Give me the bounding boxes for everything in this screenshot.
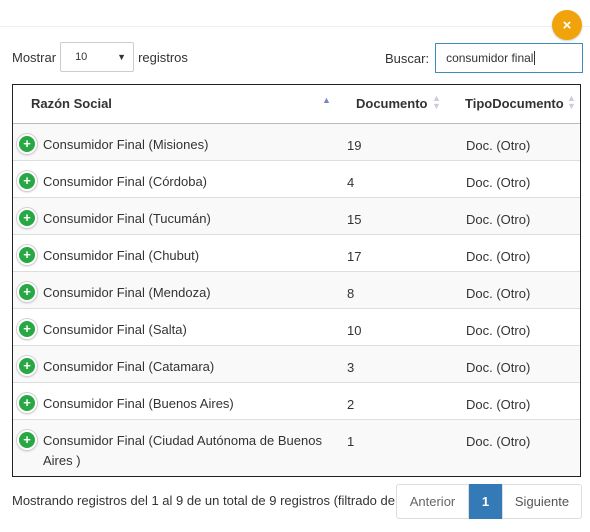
documento-cell: 10 (347, 322, 362, 338)
razon-social-cell: Consumidor Final (Catamara) (43, 358, 215, 374)
expand-row-icon[interactable]: + (17, 207, 37, 228)
length-label-after: registros (138, 49, 188, 65)
table-row[interactable]: + Consumidor Final (Tucumán) 15 Doc. (Otr… (13, 196, 580, 234)
column-header-documento[interactable]: Documento ▲ ▼ (343, 85, 454, 124)
razon-social-cell: Consumidor Final (Chubut) (43, 247, 200, 263)
table-row[interactable]: + Consumidor Final (Salta) 10 Doc. (Otro) (13, 307, 580, 345)
documento-cell: 2 (347, 396, 355, 412)
previous-page-button[interactable]: Anterior (396, 484, 469, 519)
expand-row-icon[interactable]: + (17, 429, 37, 450)
column-header-razon-social[interactable]: Razón Social ▲ (13, 85, 343, 124)
documento-cell: 1 (347, 433, 355, 449)
text-cursor (534, 51, 536, 65)
page-length-value: 10 (75, 51, 88, 63)
razon-social-cell: Consumidor Final (Misiones) (43, 136, 209, 152)
razon-social-cell: Consumidor Final (Buenos Aires) (43, 395, 234, 411)
header-divider (0, 26, 590, 27)
length-label-before: Mostrar (12, 49, 57, 65)
razon-social-cell: Consumidor Final (Mendoza) (43, 284, 211, 300)
tipo-documento-cell: Doc. (Otro) (466, 285, 531, 301)
expand-row-icon[interactable]: + (17, 133, 37, 154)
table-header-row: Razón Social ▲ Documento ▲ ▼ TipoDocument… (13, 85, 580, 124)
tipo-documento-cell: Doc. (Otro) (466, 396, 531, 412)
documento-cell: 8 (347, 285, 355, 301)
next-page-button[interactable]: Siguiente (502, 484, 582, 519)
expand-row-icon[interactable]: + (17, 392, 37, 413)
tipo-documento-cell: Doc. (Otro) (466, 248, 531, 264)
expand-row-icon[interactable]: + (17, 244, 37, 265)
table-row[interactable]: + Consumidor Final (Ciudad Autónoma de Bu… (13, 418, 580, 476)
page-length-select[interactable]: 10 ▼ (60, 42, 135, 72)
table-row[interactable]: + Consumidor Final (Buenos Aires) 2 Doc. … (13, 381, 580, 419)
chevron-down-icon: ▼ (117, 52, 127, 62)
pagination: Anterior 1 Siguiente (396, 484, 582, 519)
expand-row-icon[interactable]: + (17, 355, 37, 376)
table-row[interactable]: + Consumidor Final (Córdoba) 4 Doc. (Otro… (13, 159, 580, 197)
search-input[interactable]: consumidor final (435, 43, 584, 73)
table-row[interactable]: + Consumidor Final (Misiones) 19 Doc. (Ot… (13, 122, 580, 160)
tipo-documento-cell: Doc. (Otro) (466, 211, 531, 227)
length-control: Mostrar 10 ▼ registros (12, 42, 188, 72)
table-info: Mostrando registros del 1 al 9 de un tot… (12, 493, 396, 508)
sort-both-icon: ▲ ▼ (432, 93, 441, 111)
column-header-label: Razón Social (31, 96, 112, 111)
page-1-button[interactable]: 1 (469, 484, 502, 519)
documento-cell: 15 (347, 211, 362, 227)
tipo-documento-cell: Doc. (Otro) (466, 359, 531, 375)
column-header-label: Documento (356, 96, 428, 111)
tipo-documento-cell: Doc. (Otro) (466, 322, 531, 338)
razon-social-cell: Consumidor Final (Ciudad Autónoma de Bue… (43, 432, 322, 468)
column-header-label: TipoDocumento (465, 96, 564, 111)
table-row[interactable]: + Consumidor Final (Catamara) 3 Doc. (Otr… (13, 344, 580, 382)
tipo-documento-cell: Doc. (Otro) (466, 433, 531, 449)
expand-row-icon[interactable]: + (17, 318, 37, 339)
close-icon[interactable]: × (552, 10, 582, 40)
search-control: Buscar: consumidor final (385, 42, 584, 74)
search-input-value: consumidor final (446, 51, 534, 65)
table-row[interactable]: + Consumidor Final (Chubut) 17 Doc. (Otro… (13, 233, 580, 271)
expand-row-icon[interactable]: + (17, 170, 37, 191)
tipo-documento-cell: Doc. (Otro) (466, 137, 531, 153)
documento-cell: 3 (347, 359, 355, 375)
tipo-documento-cell: Doc. (Otro) (466, 174, 531, 190)
razon-social-cell: Consumidor Final (Córdoba) (43, 173, 208, 189)
documento-cell: 4 (347, 174, 355, 190)
results-table: Razón Social ▲ Documento ▲ ▼ TipoDocument… (12, 84, 581, 477)
documento-cell: 17 (347, 248, 362, 264)
table-row[interactable]: + Consumidor Final (Mendoza) 8 Doc. (Otro… (13, 270, 580, 308)
documento-cell: 19 (347, 137, 362, 153)
sort-both-icon: ▲ ▼ (567, 93, 576, 111)
razon-social-cell: Consumidor Final (Tucumán) (43, 210, 211, 226)
expand-row-icon[interactable]: + (17, 281, 37, 302)
razon-social-cell: Consumidor Final (Salta) (43, 321, 187, 337)
column-header-tipodocumento[interactable]: TipoDocumento ▲ ▼ (454, 85, 580, 124)
sort-asc-icon: ▲ (322, 95, 331, 105)
search-label: Buscar: (385, 50, 430, 66)
